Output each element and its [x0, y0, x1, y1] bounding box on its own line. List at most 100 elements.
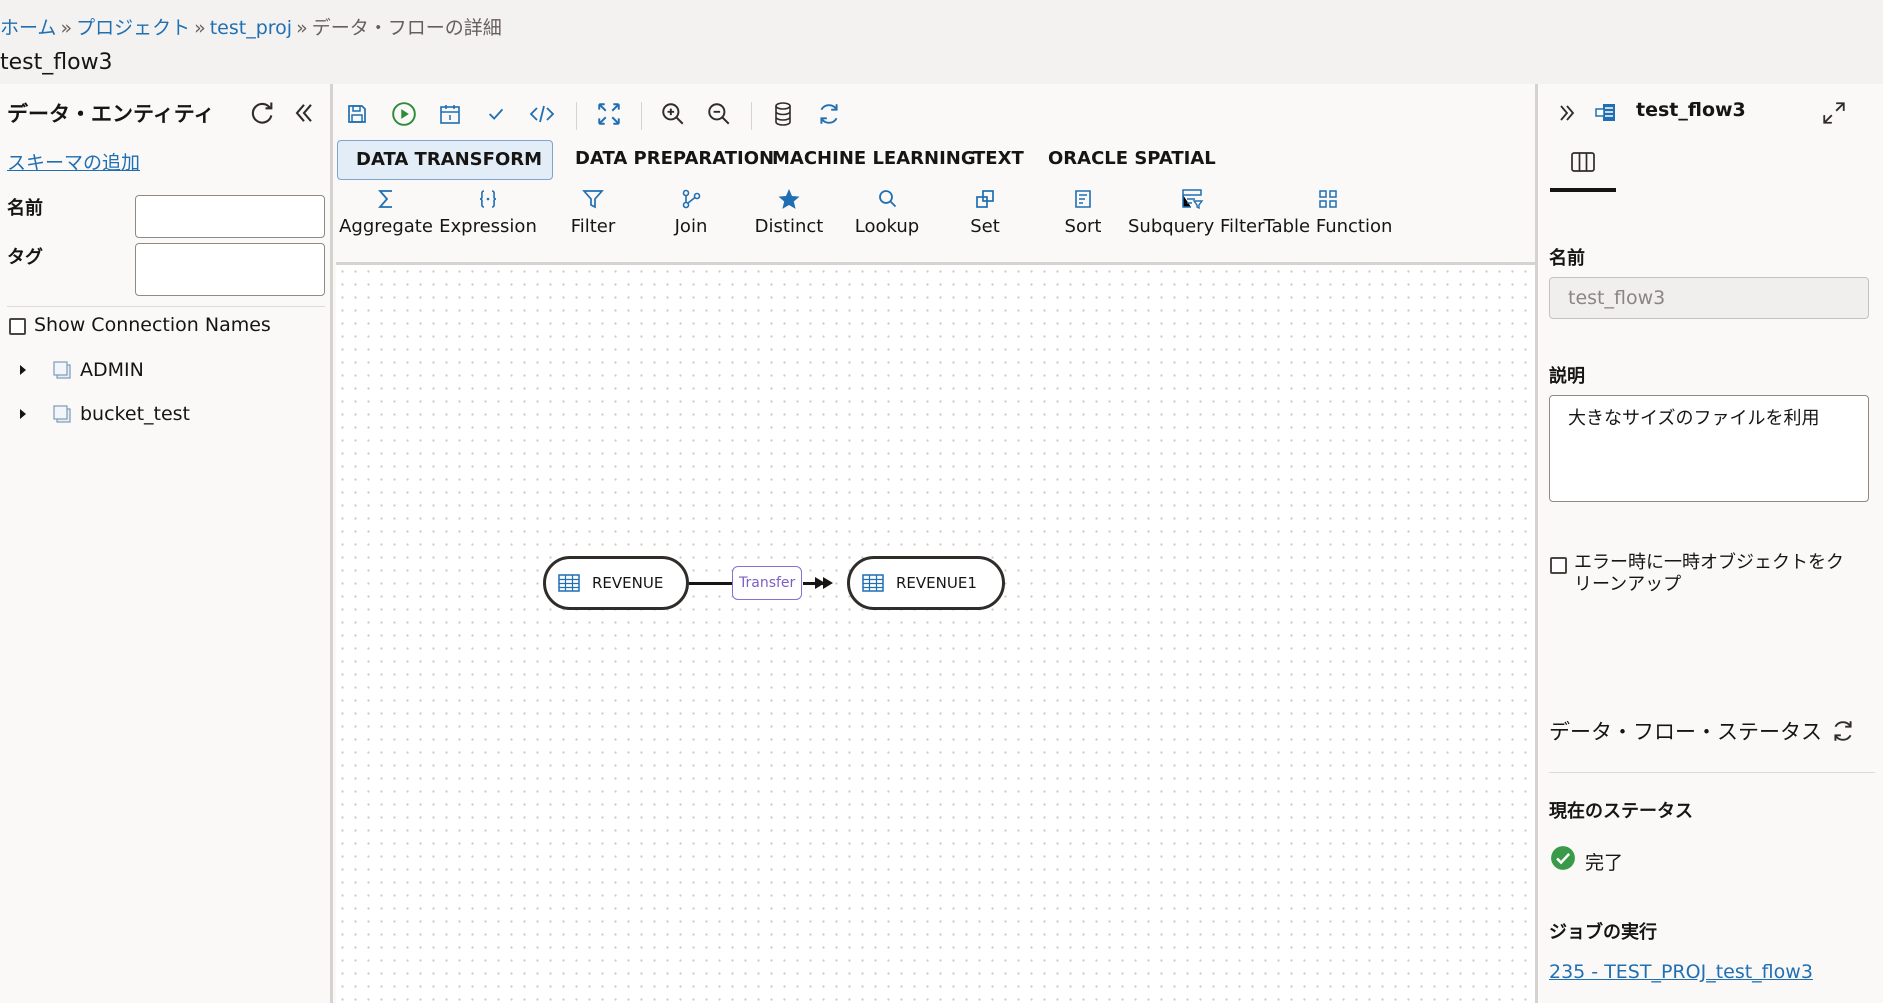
current-status-value: 完了: [1585, 852, 1624, 874]
tree-item-bucket-test[interactable]: bucket_test: [20, 400, 190, 428]
divider: [7, 306, 325, 307]
operator-label: Set: [970, 216, 1000, 237]
database-icon[interactable]: [767, 98, 799, 130]
fit-to-screen-icon[interactable]: [593, 98, 625, 130]
filter-icon: [582, 190, 604, 209]
operator-label: Sort: [1064, 216, 1102, 237]
description-textarea[interactable]: 大きなサイズのファイルを利用: [1549, 395, 1869, 502]
breadcrumb-proj-name-link[interactable]: test_proj: [210, 17, 292, 39]
data-flow-icon: [1594, 101, 1618, 129]
flow-node-revenue[interactable]: REVENUE: [543, 556, 689, 610]
sigma-icon: [378, 190, 392, 208]
schema-icon: [53, 361, 71, 379]
tree-item-label: bucket_test: [80, 403, 191, 425]
cleanup-label-line: エラー時に一時オブジェクトをク: [1574, 552, 1844, 573]
data-flow-status-heading: データ・フロー・ステータス: [1549, 720, 1822, 744]
name-filter-input[interactable]: [135, 195, 325, 238]
operator-aggregate[interactable]: Aggregate: [336, 184, 436, 237]
flow-canvas[interactable]: REVENUE Transfer REVENUE1: [336, 262, 1535, 1003]
page-header: ホーム» プロジェクト» test_proj» データ・フローの詳細 test_flo…: [0, 0, 1883, 84]
table-icon: [558, 574, 580, 592]
operator-set[interactable]: Set: [935, 184, 1035, 237]
tab-text[interactable]: TEXT: [955, 140, 1042, 180]
job-execution-link[interactable]: 235 - TEST_PROJ_test_flow3: [1549, 961, 1813, 983]
expand-caret-icon[interactable]: [20, 365, 26, 375]
operator-label: Expression: [439, 216, 537, 237]
zoom-out-icon[interactable]: [703, 98, 735, 130]
description-label: 説明: [1549, 366, 1585, 387]
run-icon[interactable]: [388, 98, 420, 130]
breadcrumb-current: データ・フローの詳細: [311, 17, 502, 39]
show-connection-names-label: Show Connection Names: [34, 314, 271, 336]
subquery-filter-icon: [1182, 189, 1204, 210]
operator-subquery-filter[interactable]: Subquery Filter: [1128, 184, 1265, 237]
breadcrumb-project-link[interactable]: プロジェクト: [76, 17, 190, 39]
expand-panel-icon[interactable]: [1555, 101, 1579, 129]
data-entities-panel: データ・エンティティ スキーマの追加 名前 タグ Show Connection…: [0, 84, 333, 1003]
operator-label: Table Function: [1263, 216, 1393, 237]
operator-label: Distinct: [754, 216, 824, 237]
operator-expression[interactable]: Expression: [438, 184, 538, 237]
current-status-label: 現在のステータス: [1549, 801, 1693, 822]
tab-general-columns-icon[interactable]: [1570, 150, 1596, 178]
cleanup-temp-objects-label: エラー時に一時オブジェクトをク リーンアップ: [1574, 552, 1844, 596]
properties-title: test_flow3: [1636, 99, 1746, 121]
breadcrumb-separator: »: [296, 17, 308, 39]
join-icon: [682, 189, 701, 209]
schema-icon: [53, 405, 71, 423]
refresh-icon[interactable]: [248, 99, 276, 127]
breadcrumb-separator: »: [194, 17, 206, 39]
tab-data-transform[interactable]: DATA TRANSFORM: [337, 140, 553, 180]
maximize-icon[interactable]: [1821, 100, 1847, 130]
operator-label: Subquery Filter: [1128, 216, 1265, 237]
tree-item-label: ADMIN: [80, 359, 144, 381]
set-icon: [976, 190, 994, 208]
flow-name-input[interactable]: test_flow3: [1549, 277, 1869, 319]
arrowhead-icon: [823, 577, 833, 589]
tab-oracle-spatial[interactable]: ORACLE SPATIAL: [1030, 140, 1234, 180]
node-label: REVENUE: [592, 574, 664, 592]
operator-filter[interactable]: Filter: [543, 184, 643, 237]
operator-table-function[interactable]: Table Function: [1263, 184, 1393, 237]
code-icon[interactable]: [526, 98, 558, 130]
operator-lookup[interactable]: Lookup: [837, 184, 937, 237]
editor-toolbar: [336, 98, 936, 132]
tag-filter-input[interactable]: [135, 243, 325, 296]
node-label: REVENUE1: [896, 574, 977, 592]
toolbar-divider: [641, 102, 642, 130]
operator-label: Join: [674, 216, 708, 237]
tree-item-admin[interactable]: ADMIN: [20, 356, 144, 384]
cleanup-temp-objects-checkbox[interactable]: [1550, 557, 1567, 574]
operator-sort[interactable]: Sort: [1033, 184, 1133, 237]
search-icon: [879, 190, 897, 208]
refresh-status-icon[interactable]: [1830, 718, 1856, 748]
operator-join[interactable]: Join: [641, 184, 741, 237]
validate-check-icon[interactable]: [480, 98, 512, 130]
add-schema-link[interactable]: スキーマの追加: [7, 148, 140, 175]
cleanup-label-line: リーンアップ: [1574, 574, 1682, 595]
expand-caret-icon[interactable]: [20, 409, 26, 419]
star-icon: [778, 189, 800, 209]
sort-icon: [1075, 190, 1091, 208]
breadcrumb-separator: »: [60, 17, 73, 39]
table-icon: [862, 574, 884, 592]
braces-icon: [479, 190, 497, 208]
breadcrumb-home-link[interactable]: ホーム: [0, 17, 56, 39]
success-check-icon: [1550, 845, 1576, 875]
operator-distinct[interactable]: Distinct: [739, 184, 839, 237]
table-function-icon: [1319, 190, 1337, 208]
save-icon[interactable]: [341, 98, 373, 130]
collapse-left-icon[interactable]: [290, 99, 318, 127]
refresh-icon[interactable]: [813, 98, 845, 130]
zoom-in-icon[interactable]: [657, 98, 689, 130]
page-title: test_flow3: [0, 50, 113, 75]
flow-node-revenue1[interactable]: REVENUE1: [847, 556, 1005, 610]
name-filter-label: 名前: [7, 198, 43, 219]
properties-panel: test_flow3 名前 test_flow3 説明 大きなサイズのファイルを…: [1535, 84, 1883, 1003]
operator-label: Filter: [570, 216, 616, 237]
flow-edge-label[interactable]: Transfer: [732, 566, 803, 600]
schedule-calendar-icon[interactable]: [434, 98, 466, 130]
tag-filter-label: タグ: [7, 247, 43, 268]
operator-label: Aggregate: [339, 216, 433, 237]
show-connection-names-checkbox[interactable]: [9, 318, 26, 335]
